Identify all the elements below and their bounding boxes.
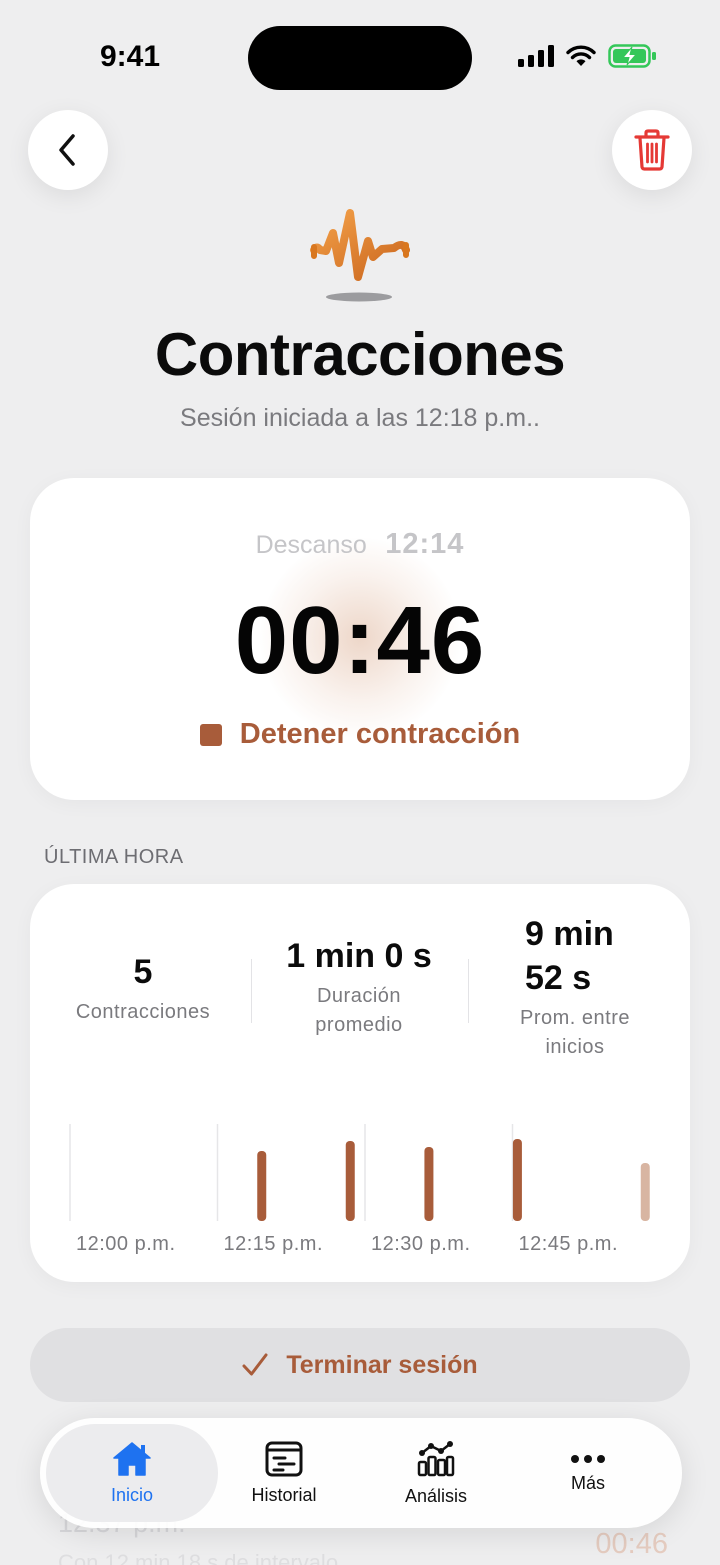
checkmark-icon (242, 1353, 268, 1376)
rest-label: Descanso (255, 531, 367, 559)
x-tick-label: 12:15 p.m. (224, 1233, 324, 1255)
chart-icon (417, 1440, 455, 1476)
rest-time: 12:14 (385, 528, 465, 560)
list-icon (265, 1441, 303, 1476)
tab-inicio[interactable]: Inicio (46, 1424, 218, 1522)
back-button[interactable] (28, 110, 108, 190)
status-icons (518, 44, 658, 68)
chart-bar (345, 1141, 355, 1221)
list-row-interval: Con 12 min 18 s de intervalo (58, 1550, 339, 1565)
house-icon (113, 1441, 151, 1476)
page-title: Contracciones (154, 321, 566, 388)
stop-contraction-button[interactable]: Detener contracción (30, 718, 690, 751)
session-start-subtitle: Sesión iniciada a las 12:18 p.m.. (180, 404, 540, 432)
status-bar: 9:41 (0, 0, 720, 110)
rest-indicator: Descanso 12:14 (30, 528, 690, 561)
tab-mas[interactable]: Más (502, 1424, 674, 1522)
ellipsis-icon (571, 1454, 605, 1463)
contraction-timer-card: Descanso 12:14 00:46 Detener contracción (30, 478, 690, 800)
cellular-signal-icon (518, 45, 554, 67)
contractions-chart: 12:00 p.m. 12:15 p.m. 12:30 p.m. 12:45 p.m. (69, 1124, 650, 1255)
trash-icon (634, 129, 670, 171)
list-row-duration: 00:46 (595, 1528, 668, 1560)
stop-icon (199, 723, 222, 746)
chart-bar (512, 1139, 522, 1221)
section-label-last-hour: ÚLTIMA HORA (44, 846, 184, 868)
dynamic-island (248, 26, 472, 90)
elapsed-timer: 00:46 (234, 587, 486, 694)
tab-analisis[interactable]: Análisis (350, 1424, 522, 1522)
chevron-left-icon (59, 134, 75, 166)
stop-contraction-label: Detener contracción (239, 718, 521, 750)
wifi-icon (566, 45, 596, 66)
end-session-button[interactable]: Terminar sesión (30, 1328, 690, 1402)
x-tick-label: 12:00 p.m. (76, 1233, 176, 1255)
chart-bar (424, 1147, 434, 1221)
battery-charging-icon (608, 44, 656, 68)
x-tick-label: 12:45 p.m. (519, 1233, 619, 1255)
chart-bar (257, 1151, 267, 1221)
last-hour-stats-card: 5 Contracciones 1 min 0 s Duración prome… (30, 884, 690, 1282)
tab-label: Inicio (110, 1484, 154, 1505)
end-session-label: Terminar sesión (286, 1350, 478, 1379)
tab-label: Historial (251, 1484, 317, 1505)
x-tick-label: 12:30 p.m. (371, 1233, 471, 1255)
tab-label: Análisis (404, 1485, 468, 1506)
tab-historial[interactable]: Historial (198, 1424, 370, 1522)
tab-label: Más (570, 1472, 605, 1493)
contraction-wave-logo (310, 209, 410, 302)
chart-bar (640, 1163, 650, 1221)
status-time: 9:41 (100, 40, 161, 73)
tab-bar: Inicio Historial Análisis Más (40, 1418, 682, 1528)
delete-session-button[interactable] (612, 110, 692, 190)
